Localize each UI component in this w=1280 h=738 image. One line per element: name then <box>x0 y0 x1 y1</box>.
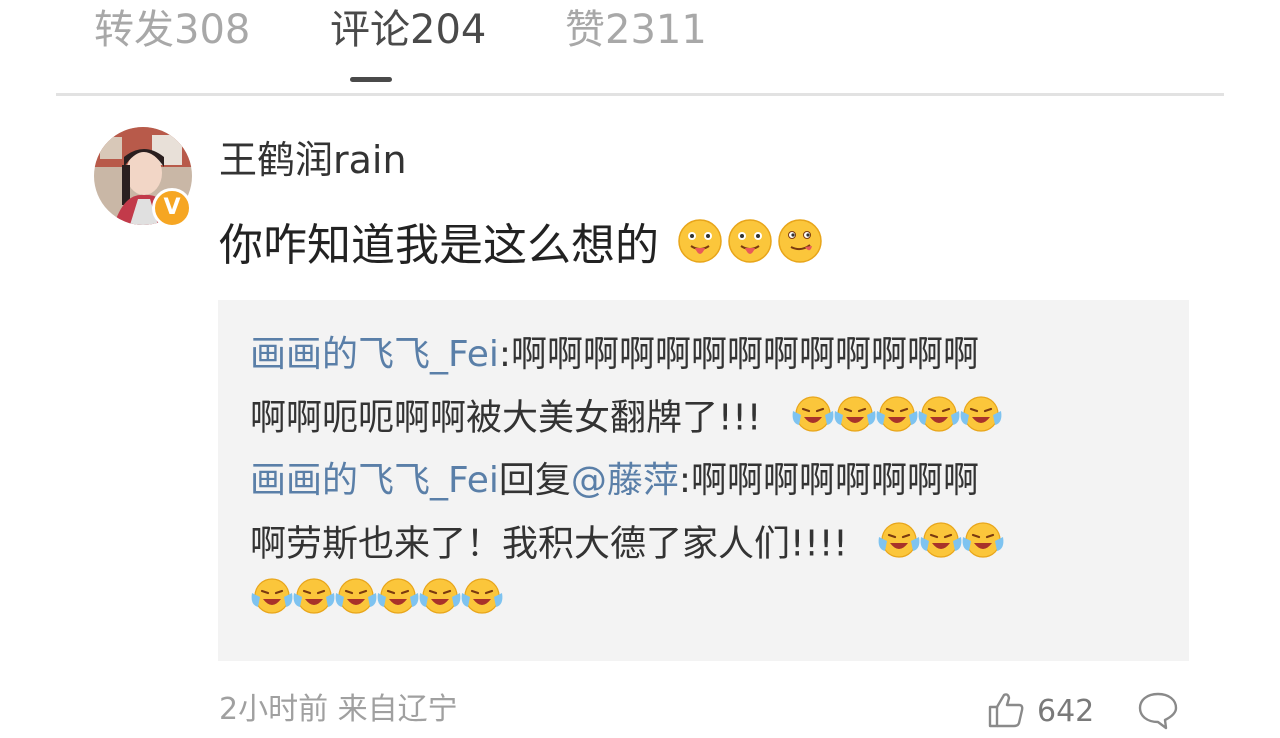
thumbs-up-icon <box>988 693 1024 728</box>
active-tab-indicator <box>350 77 392 82</box>
comment-bubble-icon <box>1138 692 1178 730</box>
laugh-cry-emoji-icon <box>419 578 461 614</box>
tab-likes[interactable]: 赞2311 <box>565 6 707 54</box>
reply-text: :啊啊啊啊啊啊啊啊啊啊啊啊啊 <box>498 334 980 375</box>
reply-line: 啊劳斯也来了！我积大德了家人们!!!! <box>250 519 1004 572</box>
laugh-cry-emoji-icon <box>251 578 293 614</box>
laugh-cry-emoji-row <box>791 393 1002 446</box>
laugh-cry-emoji-icon <box>876 396 918 432</box>
reply-text: :啊啊啊啊啊啊啊啊 <box>678 460 980 501</box>
laugh-cry-emoji-icon <box>960 396 1002 432</box>
tab-repost[interactable]: 转发308 <box>94 6 250 54</box>
reply-verb: 回复 <box>498 460 571 501</box>
reply-line: 画画的飞飞_Fei:啊啊啊啊啊啊啊啊啊啊啊啊啊 <box>250 331 979 379</box>
comment-meta: 2小时前 来自辽宁 <box>219 692 458 727</box>
comment-text: 你咋知道我是这么想的 <box>219 220 659 271</box>
tongue-out-emoji-icon <box>727 218 773 278</box>
comment-text-line: 你咋知道我是这么想的 <box>219 218 823 278</box>
laugh-cry-emoji-row <box>877 519 1004 572</box>
laugh-cry-emoji-icon <box>918 396 960 432</box>
laugh-cry-emoji-icon <box>335 578 377 614</box>
reply-author-link[interactable]: 画画的飞飞_Fei <box>250 460 499 501</box>
verified-badge-icon: V <box>152 188 192 228</box>
reply-text: 啊啊呃呃啊啊被大美女翻牌了!!! <box>250 397 773 439</box>
comment-username[interactable]: 王鹤润rain <box>219 136 407 184</box>
reply-line: 画画的飞飞_Fei回复@藤萍:啊啊啊啊啊啊啊啊 <box>250 457 979 505</box>
reply-line <box>250 575 503 628</box>
laugh-cry-emoji-icon <box>461 578 503 614</box>
mention-link[interactable]: @藤萍 <box>571 460 679 501</box>
like-button[interactable] <box>986 690 1026 730</box>
laugh-cry-emoji-row <box>250 575 503 628</box>
tongue-out-emoji-icon <box>677 218 723 278</box>
reply-author-link[interactable]: 画画的飞飞_Fei <box>250 334 499 375</box>
reply-text: 啊劳斯也来了！我积大德了家人们!!!! <box>250 523 860 565</box>
laugh-cry-emoji-icon <box>293 578 335 614</box>
tab-divider <box>56 93 1224 96</box>
laugh-cry-emoji-icon <box>962 522 1004 558</box>
yum-emoji-icon <box>777 218 823 278</box>
laugh-cry-emoji-icon <box>920 522 962 558</box>
laugh-cry-emoji-icon <box>377 578 419 614</box>
laugh-cry-emoji-icon <box>792 396 834 432</box>
like-count: 642 <box>1037 694 1095 729</box>
comment-button[interactable] <box>1136 690 1180 730</box>
tab-comments[interactable]: 评论204 <box>330 6 486 54</box>
reply-line: 啊啊呃呃啊啊被大美女翻牌了!!! <box>250 393 1002 446</box>
laugh-cry-emoji-icon <box>834 396 876 432</box>
tab-bar: 转发308 评论204 赞2311 <box>0 0 1280 96</box>
laugh-cry-emoji-icon <box>878 522 920 558</box>
